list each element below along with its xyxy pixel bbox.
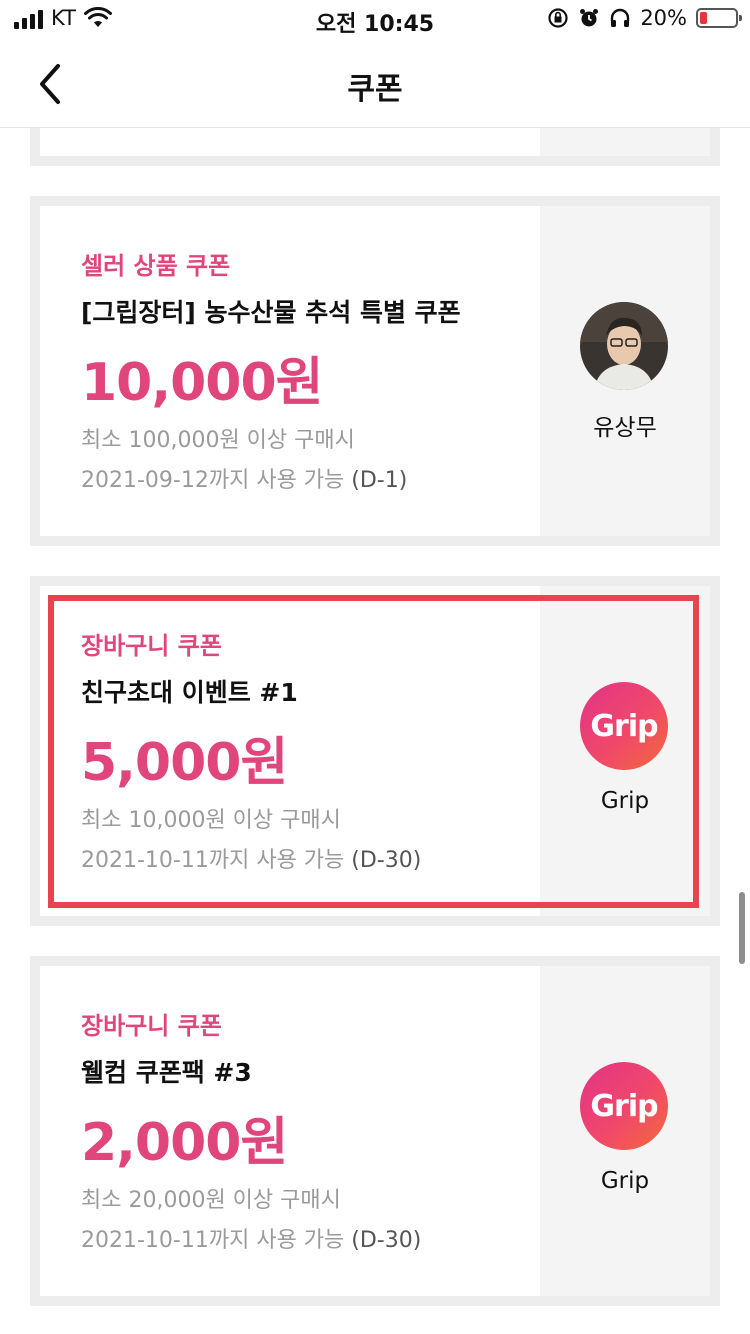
coupon-amount: 2,000원 [81,1113,288,1173]
grip-logo: Grip [580,682,668,770]
coupon-amount: 10,000원 [81,353,324,413]
seller-name: Grip [600,1168,650,1194]
coupon-card[interactable]: 셀러 상품 쿠폰 [그립장터] 농수산물 추석 특별 쿠폰 10,000원 최소… [30,196,720,546]
seller-avatar-photo [580,302,668,390]
coupon-expiry: 2021-09-12까지 사용 가능 (D-1) [81,462,407,494]
battery-level [700,12,707,24]
alarm-icon [580,9,599,27]
coupon-main: 셀러 상품 쿠폰 [그립장터] 농수산물 추석 특별 쿠폰 10,000원 최소… [40,206,540,536]
coupon-card-inner: 셀러 상품 쿠폰 [그립장터] 농수산물 추석 특별 쿠폰 10,000원 최소… [40,206,710,536]
orientation-lock-icon [548,8,568,28]
status-bar: KT 오전 10:45 20% [0,0,750,40]
coupon-side: 유상무 [540,206,710,536]
status-right: 20% [547,6,742,30]
coupon-side [540,128,710,156]
coupon-expiry: 2021-10-11까지 사용 가능 (D-30) [81,1222,421,1254]
scrollbar[interactable] [739,892,745,964]
coupon-expiry-date: 2021-10-11까지 사용 가능 [81,1228,352,1253]
coupon-main: 장바구니 쿠폰 웰컴 쿠폰팩 #3 2,000원 최소 20,000원 이상 구… [40,966,540,1296]
battery-percent: 20% [640,6,687,30]
coupon-min-purchase: 최소 10,000원 이상 구매시 [81,808,341,833]
coupon-min-purchase: 최소 100,000원 이상 구매시 [81,428,355,453]
coupon-name: 친구초대 이벤트 #1 [81,678,298,707]
battery-icon [696,8,742,28]
coupon-main: 장바구니 쿠폰 친구초대 이벤트 #1 5,000원 최소 10,000원 이상… [40,586,540,916]
coupon-card[interactable]: 장바구니 쿠폰 웰컴 쿠폰팩 #3 2,000원 최소 20,000원 이상 구… [30,956,720,1306]
coupon-dday: (D-30) [351,848,422,873]
coupon-side: Grip Grip [540,966,710,1296]
coupon-card-inner: 장바구니 쿠폰 친구초대 이벤트 #1 5,000원 최소 10,000원 이상… [40,586,710,916]
coupon-card-inner: 장바구니 쿠폰 웰컴 쿠폰팩 #3 2,000원 최소 20,000원 이상 구… [40,966,710,1296]
coupon-dday: (D-1) [351,468,408,493]
coupon-card-inner [40,128,710,156]
seller-name: Grip [600,788,650,814]
nav-header: 쿠폰 [0,40,750,128]
coupon-name: [그립장터] 농수산물 추석 특별 쿠폰 [81,298,461,327]
coupon-expiry-date: 2021-09-12까지 사용 가능 [81,468,352,493]
coupon-type: 셀러 상품 쿠폰 [81,252,231,280]
seller-name: 유상무 [593,415,657,441]
coupon-card-partial[interactable] [30,128,720,166]
coupon-type: 장바구니 쿠폰 [81,632,222,660]
headphones-icon [611,8,630,27]
coupon-side: Grip Grip [540,586,710,916]
coupon-min-purchase: 최소 20,000원 이상 구매시 [81,1188,341,1213]
coupon-expiry-date: 2021-10-11까지 사용 가능 [81,848,352,873]
avatar [580,302,668,390]
coupon-amount: 5,000원 [81,733,288,793]
coupon-name: 웰컴 쿠폰팩 #3 [81,1058,252,1087]
coupon-type: 장바구니 쿠폰 [81,1012,222,1040]
coupon-dday: (D-30) [351,1228,422,1253]
grip-logo: Grip [580,1062,668,1150]
coupon-expiry: 2021-10-11까지 사용 가능 (D-30) [81,842,421,874]
coupon-card[interactable]: 장바구니 쿠폰 친구초대 이벤트 #1 5,000원 최소 10,000원 이상… [30,576,720,926]
coupon-main [40,128,540,156]
page-title: 쿠폰 [347,72,403,107]
